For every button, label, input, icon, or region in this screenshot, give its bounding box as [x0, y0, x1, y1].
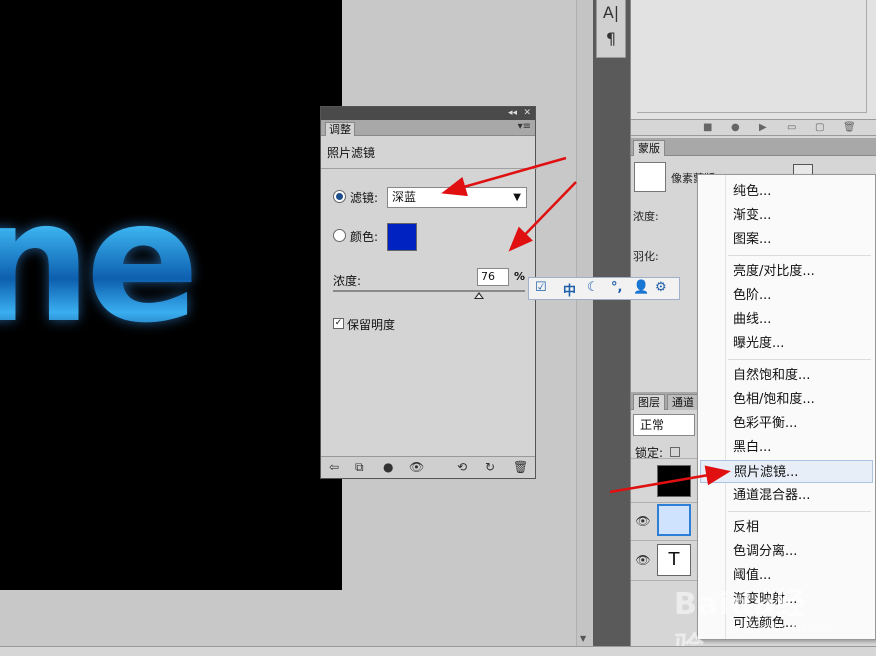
menu-item[interactable]: 反相: [700, 516, 873, 539]
trash-icon[interactable]: 🗑: [513, 460, 528, 474]
lock-transparency-icon[interactable]: [669, 447, 680, 457]
color-swatch[interactable]: [387, 223, 417, 251]
menu-item[interactable]: 色调分离...: [700, 540, 873, 563]
mask-density-label: 浓度:: [633, 210, 659, 223]
photo-filter-adjustment-layer-thumbnail[interactable]: [657, 504, 691, 536]
filter-label: 滤镜:: [350, 191, 379, 205]
watermark-url: jingyan.baidu.com: [730, 621, 832, 634]
text-layer-thumbnail[interactable]: T: [657, 544, 691, 576]
ime-mode-indicator[interactable]: 中: [563, 280, 576, 299]
tab-masks[interactable]: 蒙版: [633, 140, 665, 156]
density-slider-track[interactable]: [333, 290, 525, 292]
collapse-icon[interactable]: ◂◂: [508, 107, 517, 119]
adjustments-tabbar: 调整 ▾≡: [321, 120, 535, 136]
adjustment-layer-context-menu: 纯色... 渐变... 图案... 亮度/对比度... 色阶... 曲线... 曝光度...…: [697, 174, 876, 640]
paragraph-panel-icon[interactable]: ¶: [597, 26, 625, 52]
menu-item[interactable]: 照片滤镜...: [700, 460, 873, 483]
scroll-down-arrow-icon[interactable]: ▼: [580, 634, 586, 643]
actions-toolbar: ■ ● ▶ ▭ ▢ 🗑: [631, 120, 876, 136]
play-icon[interactable]: ▶: [759, 122, 767, 133]
new-action-icon[interactable]: ▢: [815, 122, 824, 133]
previous-state-icon[interactable]: ⟲: [457, 460, 467, 474]
visibility-eye-icon[interactable]: 👁: [409, 460, 424, 474]
masks-tabbar: 蒙版: [631, 138, 876, 156]
menu-item[interactable]: 黑白...: [700, 436, 873, 459]
filter-dropdown-value: 深蓝: [392, 190, 417, 204]
watermark: Baidu经验 jingyan.baidu.com: [674, 575, 834, 656]
layer-visibility-eye-icon[interactable]: 👁: [633, 550, 653, 570]
density-slider-thumb[interactable]: [473, 292, 484, 299]
adjustment-title: 照片滤镜: [327, 146, 376, 160]
vertical-scrollbar[interactable]: [576, 0, 593, 646]
menu-item[interactable]: 曲线...: [700, 308, 873, 331]
menu-separator: [728, 255, 871, 256]
gear-icon[interactable]: ⚙: [655, 280, 667, 295]
filter-radio[interactable]: [333, 190, 346, 203]
density-label: 浓度:: [333, 274, 362, 288]
tab-adjustments[interactable]: 调整: [325, 122, 355, 136]
ime-settings-check-icon[interactable]: ☑: [535, 280, 547, 295]
preserve-luminosity-checkbox[interactable]: ✓: [333, 318, 344, 329]
menu-item[interactable]: 纯色...: [700, 180, 873, 203]
density-unit: %: [514, 270, 526, 283]
watermark-brand: Baidu经验: [674, 587, 807, 656]
user-icon[interactable]: 👤: [633, 280, 649, 295]
menu-item[interactable]: 色阶...: [700, 284, 873, 307]
color-radio[interactable]: [333, 229, 346, 242]
adjustments-panel: ◂◂ ✕ 调整 ▾≡ 照片滤镜 滤镜: 深蓝 ▼ 颜色: 浓度: 76 % ✓ …: [320, 106, 537, 479]
document-canvas[interactable]: ne: [0, 0, 342, 590]
close-icon[interactable]: ✕: [523, 107, 531, 119]
trash-icon[interactable]: 🗑: [843, 122, 856, 133]
menu-item[interactable]: 色彩平衡...: [700, 412, 873, 435]
reset-icon[interactable]: ↻: [485, 460, 495, 474]
panel-titlebar[interactable]: ◂◂ ✕: [321, 107, 535, 120]
tab-channels[interactable]: 通道: [667, 394, 699, 410]
adjustments-footer: ⇦ ⧉ ● 👁 ⟲ ↻ 🗑: [321, 456, 535, 478]
tab-layers[interactable]: 图层: [633, 394, 665, 410]
punctuation-icon[interactable]: °,: [611, 280, 622, 295]
menu-item[interactable]: 亮度/对比度...: [700, 260, 873, 283]
menu-item[interactable]: 渐变...: [700, 204, 873, 227]
character-tool-strip: A| ¶: [596, 0, 626, 58]
menu-separator: [728, 511, 871, 512]
clip-layer-icon[interactable]: ●: [383, 460, 393, 474]
menu-item[interactable]: 自然饱和度...: [700, 364, 873, 387]
density-input[interactable]: 76: [477, 268, 509, 286]
canvas-text-layer: ne: [0, 178, 200, 346]
back-arrow-icon[interactable]: ⇦: [329, 460, 339, 474]
panel-dock-gutter: [593, 0, 630, 646]
menu-item[interactable]: 色相/饱和度...: [700, 388, 873, 411]
record-icon[interactable]: ●: [731, 122, 740, 133]
ime-toolbar: ☑ 中 ☾ °, 👤 ⚙: [528, 277, 680, 300]
expand-view-icon[interactable]: ⧉: [355, 460, 364, 475]
color-label: 颜色:: [350, 230, 379, 244]
menu-item[interactable]: 曝光度...: [700, 332, 873, 355]
preserve-luminosity-label: 保留明度: [347, 318, 396, 332]
panel-menu-icon[interactable]: ▾≡: [518, 121, 531, 132]
mask-feather-label: 羽化:: [633, 250, 659, 263]
stop-icon[interactable]: ■: [703, 122, 712, 133]
moon-icon[interactable]: ☾: [587, 280, 599, 295]
mask-thumbnail[interactable]: [634, 162, 666, 192]
menu-item[interactable]: 图案...: [700, 228, 873, 251]
menu-item[interactable]: 通道混合器...: [700, 484, 873, 507]
character-panel-icon[interactable]: A|: [597, 0, 625, 26]
blend-mode-select[interactable]: 正常: [633, 414, 695, 436]
layer-thumbnail-text-effect[interactable]: [657, 465, 691, 497]
new-set-icon[interactable]: ▭: [787, 122, 796, 133]
filter-dropdown[interactable]: 深蓝 ▼: [387, 187, 527, 208]
status-bar: [0, 646, 876, 656]
menu-separator: [728, 359, 871, 360]
actions-panel: [631, 0, 876, 120]
chevron-down-icon: ▼: [513, 192, 521, 203]
layer-visibility-eye-icon[interactable]: 👁: [633, 511, 653, 531]
